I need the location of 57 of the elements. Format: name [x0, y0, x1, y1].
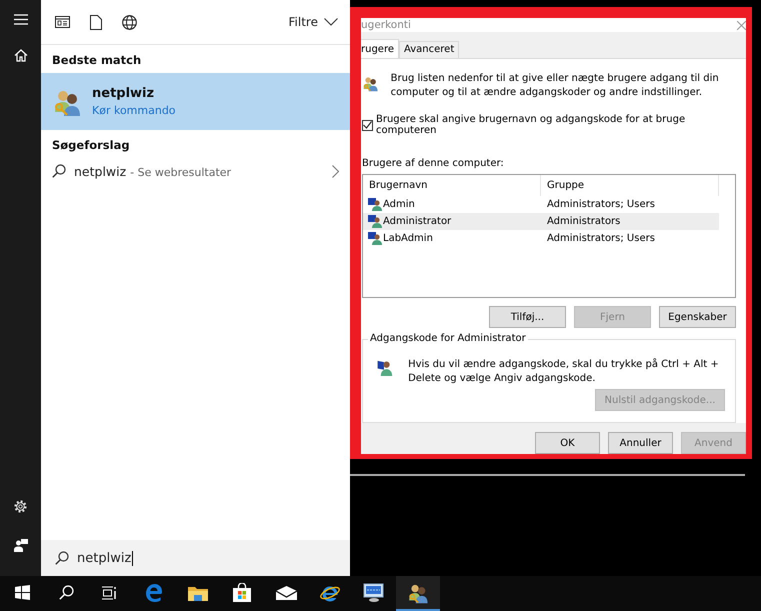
search-icon	[52, 164, 66, 178]
web-suggestion-item[interactable]: netplwiz - Se webresultater	[41, 158, 350, 184]
intro-text: Brug listen nedenfor til at give eller nægte brugere adgang til din computer og til at ændre adgangskoder og andre indstillinger.	[390, 72, 720, 100]
taskbar-item[interactable]	[396, 576, 440, 611]
user-group: Administrators; Users	[541, 233, 655, 244]
user-name: Admin	[383, 199, 415, 210]
computer-icon[interactable]	[363, 582, 385, 602]
filter-dropdown[interactable]: Filtre	[288, 15, 338, 29]
search-icon	[55, 551, 69, 565]
search-field[interactable]: netplwiz	[77, 550, 134, 566]
windows-start-icon[interactable]	[14, 585, 30, 600]
user-name: LabAdmin	[383, 233, 433, 244]
tab[interactable]: rugere	[361, 39, 399, 58]
column-header[interactable]: Gruppe	[541, 175, 719, 196]
user-icon	[368, 215, 382, 228]
close-icon[interactable]	[737, 20, 746, 30]
search-icon[interactable]	[58, 585, 74, 600]
result-title: netplwiz	[92, 86, 156, 101]
result-subtitle: Kør kommando	[92, 104, 176, 117]
globe-icon[interactable]	[122, 14, 137, 30]
column-header[interactable]: Brugernavn	[363, 175, 541, 196]
task-view-icon[interactable]	[102, 586, 118, 600]
section-heading: Søgeforslag	[51, 137, 131, 154]
user-group: Administrators; Users	[541, 199, 655, 210]
chevron-down-icon	[324, 18, 338, 26]
suggestion-text: netplwiz - Se webresultater	[74, 164, 232, 178]
dialog-button[interactable]: Annuller	[608, 432, 673, 454]
user-row[interactable]: Administrator Administrators	[363, 213, 719, 230]
chevron-right-icon[interactable]	[332, 164, 339, 178]
feedback-icon[interactable]	[14, 538, 28, 552]
document-icon[interactable]	[90, 14, 102, 30]
user-icon	[368, 198, 382, 211]
menu-icon[interactable]	[14, 14, 28, 25]
search-result-item[interactable]: netplwiz Kør kommando	[41, 73, 350, 130]
password-hint-text: Hvis du vil ændre adgangskode, skal du trykke på Ctrl + Alt + Delete og vælge Angiv adgangskode.	[408, 358, 720, 386]
edge-icon[interactable]	[145, 584, 163, 602]
checkbox-label[interactable]: Brugere skal angive brugernavn og adgangskode for at bruge computeren	[376, 114, 736, 136]
dialog-button[interactable]: Tilføj...	[489, 306, 566, 328]
checkbox[interactable]	[362, 120, 373, 130]
home-icon[interactable]	[14, 49, 28, 62]
store-bag-icon[interactable]	[233, 583, 251, 602]
apps-icon[interactable]	[55, 16, 70, 28]
window-title: ugerkonti	[361, 19, 411, 31]
folder-icon[interactable]	[188, 584, 208, 600]
user-icon	[368, 232, 382, 245]
tab[interactable]: Avanceret	[399, 41, 460, 58]
section-heading: Bedste match	[51, 52, 142, 69]
user-group: Administrators	[541, 216, 620, 227]
dialog-button[interactable]: Egenskaber	[659, 306, 736, 328]
dialog-button[interactable]: OK	[535, 432, 600, 454]
group-legend: Adgangskode for Administrator	[368, 333, 528, 344]
user-row[interactable]: LabAdmin Administrators; Users	[363, 230, 719, 247]
list-label: Brugere af denne computer:	[362, 158, 505, 169]
user-name: Administrator	[383, 216, 452, 227]
mail-icon[interactable]	[276, 586, 296, 600]
settings-icon[interactable]	[13, 499, 28, 514]
user-row[interactable]: Admin Administrators; Users	[363, 196, 719, 213]
